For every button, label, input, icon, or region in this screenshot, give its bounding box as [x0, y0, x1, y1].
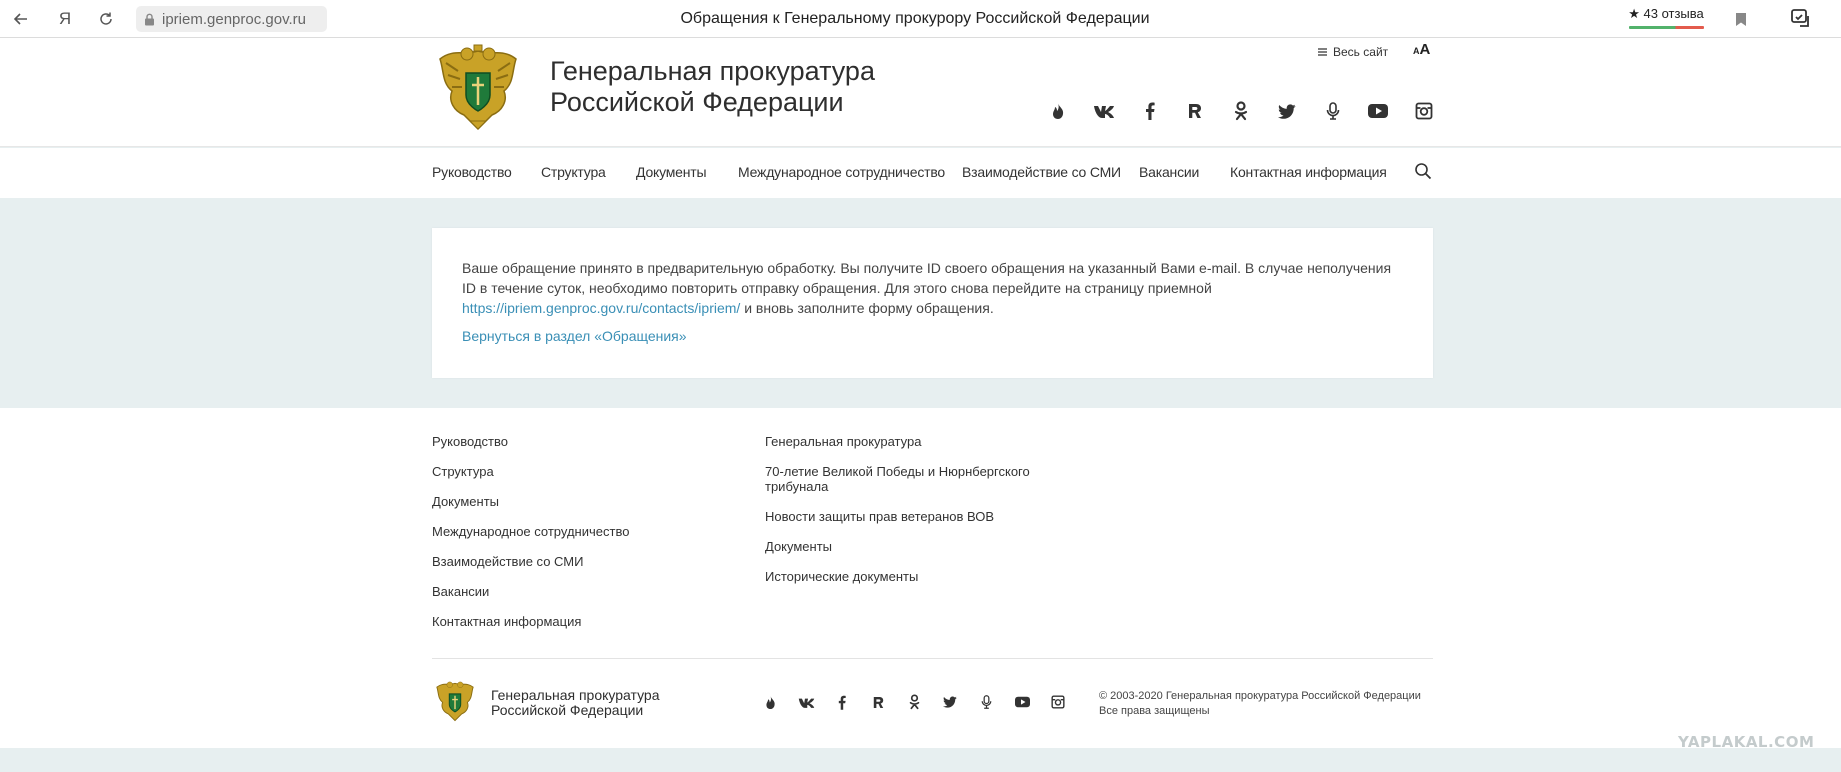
footer-link-documents-2[interactable]: Документы: [765, 539, 1035, 554]
reception-page-link[interactable]: https://ipriem.genproc.gov.ru/contacts/i…: [462, 300, 740, 316]
footer-link-victory-70[interactable]: 70-летие Великой Победы и Нюрнбергского …: [765, 464, 1035, 494]
footer-title-line2: Российской Федерации: [491, 702, 644, 718]
nav-item-vacancies[interactable]: Вакансии: [1139, 164, 1199, 180]
copyright-line1: © 2003-2020 Генеральная прокуратура Росс…: [1099, 690, 1421, 702]
protect-icon[interactable]: [1788, 6, 1814, 32]
site-title-line2: Российской Федерации: [550, 87, 844, 117]
footer-link-international[interactable]: Международное сотрудничество: [432, 524, 629, 554]
rutube-icon[interactable]: [868, 692, 888, 712]
back-arrow-icon[interactable]: [8, 6, 34, 32]
site-footer: Руководство Структура Документы Междунар…: [0, 408, 1841, 748]
reviews-rating-bar: [1629, 26, 1704, 29]
header-social-links: [1046, 99, 1436, 123]
footer-link-contacts[interactable]: Контактная информация: [432, 614, 629, 644]
font-size-toggle[interactable]: AA: [1413, 42, 1430, 59]
footer-link-documents[interactable]: Документы: [432, 494, 629, 524]
flame-icon[interactable]: [760, 692, 780, 712]
facebook-icon[interactable]: [1138, 99, 1162, 123]
facebook-icon[interactable]: [832, 692, 852, 712]
footer-link-genproc[interactable]: Генеральная прокуратура: [765, 434, 1035, 449]
microphone-icon[interactable]: [976, 692, 996, 712]
instagram-icon[interactable]: [1048, 692, 1068, 712]
footer-social-links: [760, 692, 1068, 712]
vk-icon[interactable]: [1092, 99, 1116, 123]
address-bar[interactable]: ipriem.genproc.gov.ru: [136, 6, 327, 32]
footer-link-veterans-news[interactable]: Новости защиты прав ветеранов ВОВ: [765, 509, 1035, 524]
twitter-icon[interactable]: [940, 692, 960, 712]
nav-item-contacts[interactable]: Контактная информация: [1230, 164, 1387, 180]
tab-title: Обращения к Генеральному прокурору Росси…: [680, 10, 1150, 27]
yandex-logo-icon[interactable]: Я: [52, 6, 78, 32]
address-bar-url: ipriem.genproc.gov.ru: [162, 10, 306, 28]
nav-item-international[interactable]: Международное сотрудничество: [738, 164, 945, 180]
footer-link-historical-documents[interactable]: Исторические документы: [765, 569, 1035, 584]
odnoklassniki-icon[interactable]: [1229, 99, 1253, 123]
search-icon[interactable]: [1414, 162, 1436, 184]
footer-emblem-logo[interactable]: [434, 678, 476, 724]
copyright: © 2003-2020 Генеральная прокуратура Росс…: [1099, 689, 1421, 719]
reviews-label: 43 отзыва: [1643, 6, 1704, 21]
nav-item-media[interactable]: Взаимодействие со СМИ: [962, 164, 1121, 180]
prosecutor-emblem-logo[interactable]: [434, 41, 522, 135]
copyright-line2: Все права защищены: [1099, 705, 1210, 717]
site-title-line1: Генеральная прокуратура: [550, 56, 875, 86]
twitter-icon[interactable]: [1275, 99, 1299, 123]
rutube-icon[interactable]: [1183, 99, 1207, 123]
footer-link-vacancies[interactable]: Вакансии: [432, 584, 629, 614]
footer-link-structure[interactable]: Структура: [432, 464, 629, 494]
whole-site-label: Весь сайт: [1333, 45, 1389, 59]
nav-item-structure[interactable]: Структура: [541, 164, 606, 180]
watermark: YAPLAKAL.COM: [1678, 733, 1815, 751]
main-navigation: Руководство Структура Документы Междунар…: [0, 148, 1841, 198]
bottom-strip: [0, 748, 1841, 772]
back-to-appeals-link[interactable]: Вернуться в раздел «Обращения»: [462, 328, 1403, 344]
lock-icon: [144, 13, 155, 26]
footer-link-leadership[interactable]: Руководство: [432, 434, 629, 464]
star-icon: ★: [1628, 6, 1640, 21]
instagram-icon[interactable]: [1412, 99, 1436, 123]
microphone-icon[interactable]: [1321, 99, 1345, 123]
youtube-icon[interactable]: [1366, 99, 1390, 123]
menu-lines-icon: [1318, 45, 1327, 59]
footer-title: Генеральная прокуратура Российской Федер…: [491, 688, 660, 718]
reload-icon[interactable]: [93, 6, 119, 32]
whole-site-menu-button[interactable]: Весь сайт: [1318, 45, 1388, 59]
nav-item-documents[interactable]: Документы: [636, 164, 707, 180]
confirmation-message-card: Ваше обращение принято в предварительную…: [432, 228, 1433, 378]
flame-icon[interactable]: [1046, 99, 1070, 123]
confirmation-message: Ваше обращение принято в предварительную…: [462, 258, 1392, 318]
browser-toolbar: Я ipriem.genproc.gov.ru Обращения к Гене…: [0, 0, 1841, 38]
odnoklassniki-icon[interactable]: [904, 692, 924, 712]
font-large-label: A: [1419, 41, 1431, 58]
message-text-part2: и вновь заполните форму обращения.: [740, 300, 994, 316]
vk-icon[interactable]: [796, 692, 816, 712]
site-title[interactable]: Генеральная прокуратура Российской Федер…: [550, 56, 970, 118]
footer-title-line1: Генеральная прокуратура: [491, 687, 660, 703]
youtube-icon[interactable]: [1012, 692, 1032, 712]
nav-item-leadership[interactable]: Руководство: [432, 164, 512, 180]
footer-divider: [432, 658, 1433, 659]
message-text-part1: Ваше обращение принято в предварительную…: [462, 260, 1392, 296]
footer-link-media[interactable]: Взаимодействие со СМИ: [432, 554, 629, 584]
content-area: Ваше обращение принято в предварительную…: [0, 198, 1841, 408]
site-header: Генеральная прокуратура Российской Федер…: [0, 38, 1841, 147]
footer-menu-secondary: Генеральная прокуратура 70-летие Великой…: [765, 434, 1035, 584]
footer-menu-main: Руководство Структура Документы Междунар…: [432, 434, 629, 644]
bookmark-icon[interactable]: [1728, 6, 1754, 32]
reviews-widget[interactable]: ★ 43 отзыва: [1627, 5, 1705, 29]
